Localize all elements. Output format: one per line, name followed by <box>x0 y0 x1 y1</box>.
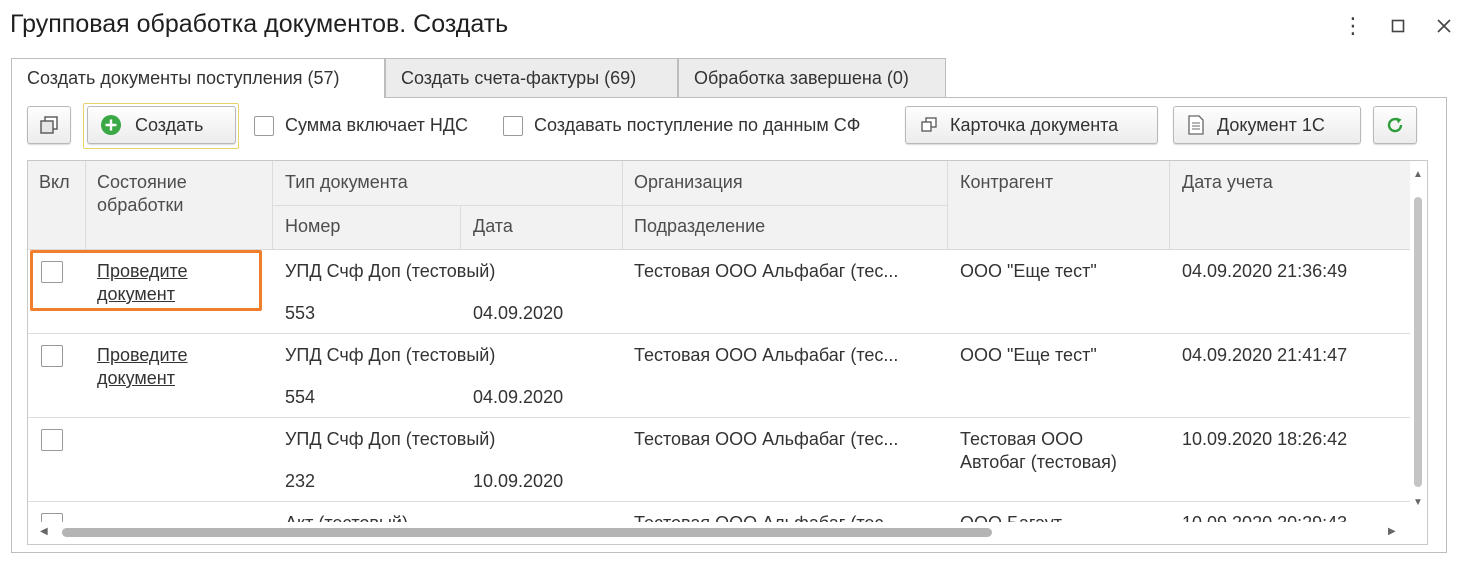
date-cell: 04.09.2020 <box>473 303 564 323</box>
header-department[interactable]: Подразделение <box>634 215 765 238</box>
refresh-icon <box>1387 117 1403 133</box>
organization-cell: Тестовая ООО Альфабаг (тес... <box>634 429 899 449</box>
scroll-right-icon[interactable]: ▶ <box>1388 526 1396 537</box>
tab-processing-completed[interactable]: Обработка завершена (0) <box>678 58 946 97</box>
horizontal-scrollbar[interactable]: ◀ ▶ <box>28 522 1410 542</box>
row-enabled-checkbox[interactable] <box>41 261 63 283</box>
tab-create-invoices[interactable]: Создать счета-фактуры (69) <box>385 58 678 97</box>
scroll-down-icon[interactable]: ▼ <box>1413 497 1423 508</box>
create-button[interactable]: Создать <box>87 106 236 144</box>
scroll-left-icon[interactable]: ◀ <box>40 526 48 537</box>
document-card-label: Карточка документа <box>950 114 1119 135</box>
header-number[interactable]: Номер <box>285 215 340 238</box>
close-icon[interactable] <box>1432 12 1456 40</box>
document-1c-label: Документ 1С <box>1217 114 1325 135</box>
doc-type-cell: УПД Счф Доп (тестовый) <box>285 261 496 281</box>
account-date-cell: 04.09.2020 21:36:49 <box>1182 261 1348 281</box>
window-title: Групповая обработка документов. Создать <box>10 10 509 38</box>
maximize-icon[interactable] <box>1386 12 1410 40</box>
copy-icon <box>40 116 58 134</box>
number-cell: 232 <box>285 471 316 491</box>
open-window-icon <box>921 117 937 132</box>
header-date[interactable]: Дата <box>473 215 513 238</box>
row-enabled-checkbox[interactable] <box>41 345 63 367</box>
doc-type-cell: УПД Счф Доп (тестовый) <box>285 345 496 365</box>
vat-checkbox-label: Сумма включает НДС <box>285 115 469 135</box>
horizontal-scroll-thumb[interactable] <box>62 528 992 537</box>
doc-type-cell: УПД Счф Доп (тестовый) <box>285 429 496 449</box>
scroll-up-icon[interactable]: ▲ <box>1413 169 1423 180</box>
counterparty-cell: Тестовая ООО Автобаг (тестовая) <box>960 429 1117 472</box>
header-organization[interactable]: Организация <box>634 171 743 194</box>
copy-button[interactable] <box>27 106 71 144</box>
number-cell: 554 <box>285 387 316 407</box>
state-link[interactable]: Проведите документ <box>97 344 217 390</box>
counterparty-cell: ООО "Еще тест" <box>960 345 1097 365</box>
vat-checkbox[interactable] <box>254 116 274 136</box>
state-link[interactable]: Проведите документ <box>97 260 217 306</box>
account-date-cell: 04.09.2020 21:41:47 <box>1182 345 1348 365</box>
refresh-button[interactable] <box>1373 106 1417 144</box>
header-doc-type[interactable]: Тип документа <box>285 171 408 194</box>
document-card-button[interactable]: Карточка документа <box>905 106 1158 144</box>
organization-cell: Тестовая ООО Альфабаг (тес... <box>634 345 899 365</box>
row-enabled-checkbox[interactable] <box>41 429 63 451</box>
document-1c-button[interactable]: Документ 1С <box>1173 106 1361 144</box>
plus-circle-icon <box>101 115 121 135</box>
header-account-date[interactable]: Дата учета <box>1182 171 1273 194</box>
document-icon <box>1188 115 1204 135</box>
create-button-label: Создать <box>135 114 204 135</box>
header-enabled[interactable]: Вкл <box>39 171 70 194</box>
number-cell: 553 <box>285 303 316 323</box>
organization-cell: Тестовая ООО Альфабаг (тес... <box>634 261 899 281</box>
account-date-cell: 10.09.2020 18:26:42 <box>1182 429 1348 449</box>
counterparty-cell: ООО "Еще тест" <box>960 261 1097 281</box>
vertical-scroll-thumb[interactable] <box>1414 197 1422 487</box>
vertical-scrollbar[interactable]: ▲ ▼ <box>1410 161 1426 513</box>
date-cell: 10.09.2020 <box>473 471 564 491</box>
documents-table: Вкл Состояние обработки Тип документа Но… <box>27 160 1428 545</box>
header-counterparty[interactable]: Контрагент <box>960 171 1053 194</box>
by-invoice-checkbox[interactable] <box>503 116 523 136</box>
date-cell: 04.09.2020 <box>473 387 564 407</box>
by-invoice-checkbox-label: Создавать поступление по данным СФ <box>534 115 861 135</box>
more-icon[interactable]: ⋮ <box>1341 12 1365 40</box>
tab-create-receipts[interactable]: Создать документы поступления (57) <box>11 58 385 98</box>
header-state[interactable]: Состояние обработки <box>97 171 247 217</box>
